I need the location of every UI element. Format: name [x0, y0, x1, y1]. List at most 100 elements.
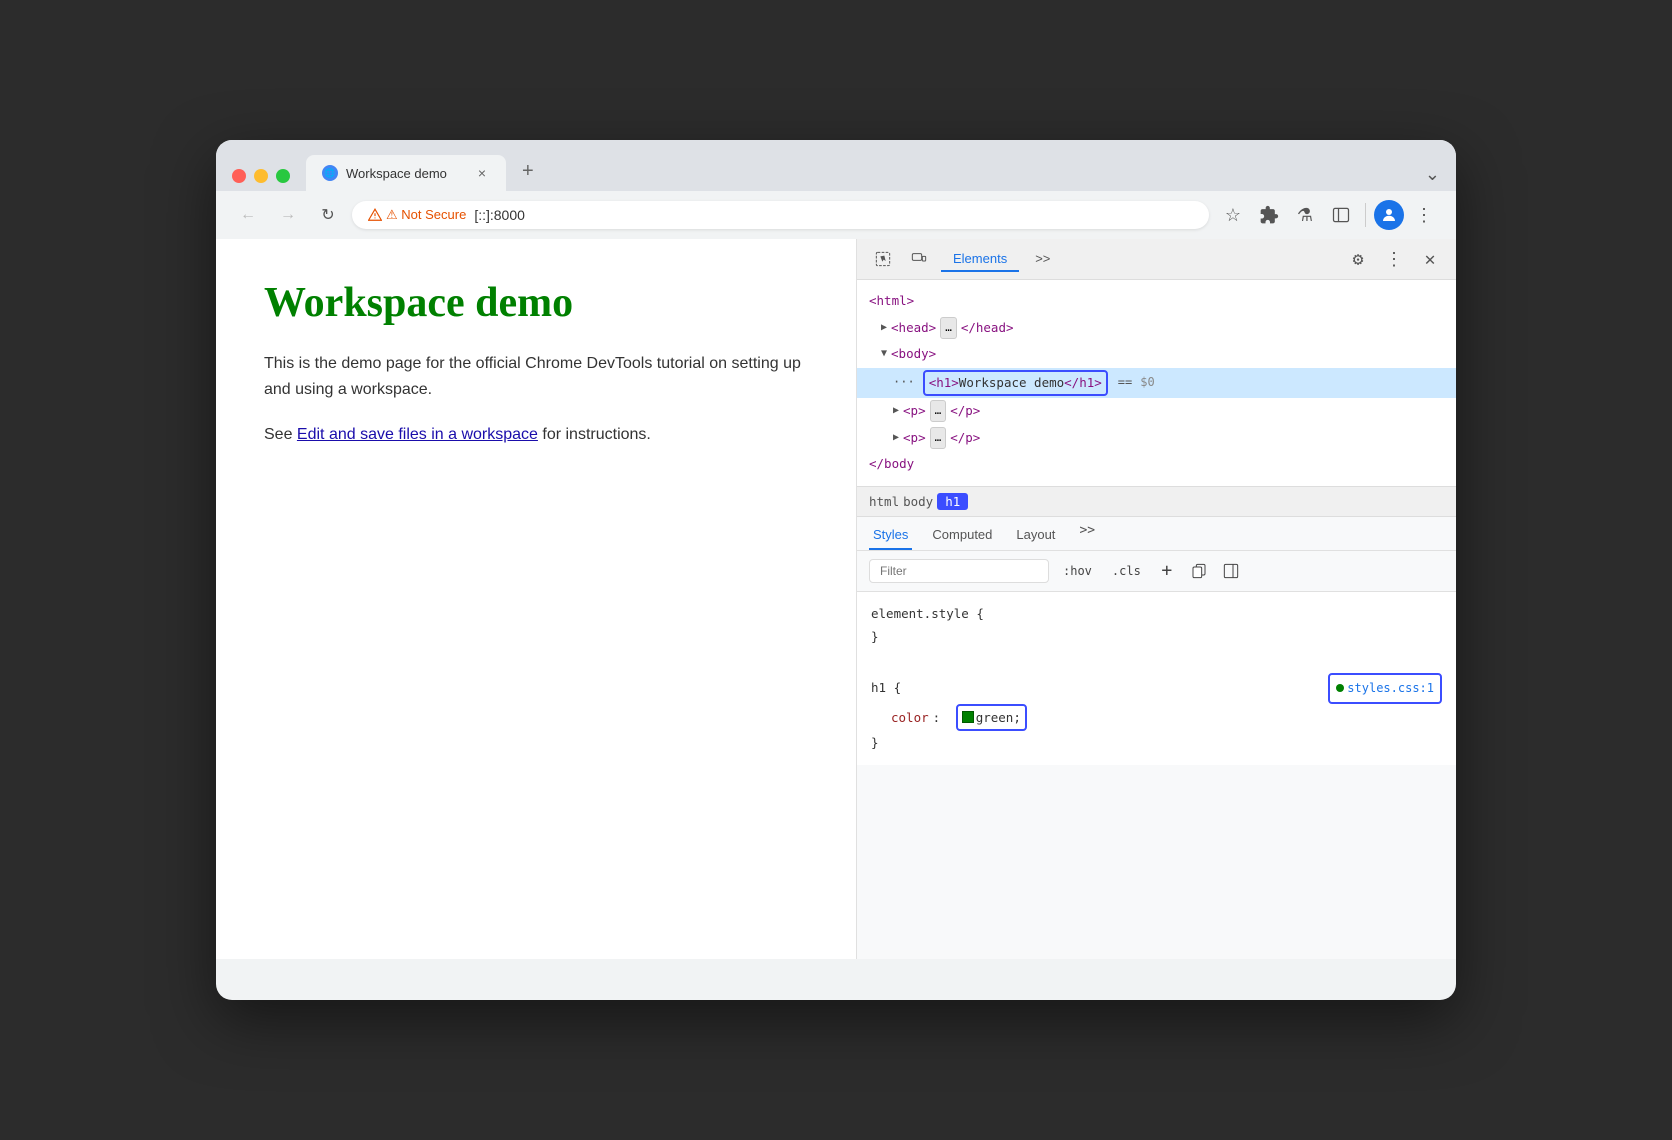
nav-divider — [1365, 203, 1366, 227]
h1-content: Workspace demo — [959, 372, 1064, 395]
maximize-button[interactable] — [276, 169, 290, 183]
bookmark-button[interactable]: ☆ — [1217, 199, 1249, 231]
page-body: This is the demo page for the official C… — [264, 351, 808, 402]
warning-icon — [368, 208, 382, 222]
element-style-closing-brace: } — [871, 629, 879, 644]
p2-tag: <p> — [903, 427, 926, 450]
profile-button[interactable] — [1374, 200, 1404, 230]
link-pre-text: See — [264, 426, 297, 443]
h1-open-tag: <h1> — [929, 372, 959, 395]
cls-button[interactable]: .cls — [1106, 561, 1147, 581]
devtools-panel: Elements >> ⚙ ⋮ ✕ <html> ▶ <head> — [856, 239, 1456, 959]
p1-tag: <p> — [903, 400, 926, 423]
new-tab-button[interactable]: + — [510, 152, 546, 191]
p2-arrow[interactable]: ▶ — [893, 429, 899, 447]
h1-closing-brace: } — [871, 735, 879, 750]
styles-more-tabs[interactable]: >> — [1079, 523, 1095, 550]
breadcrumb-bar: html body h1 — [857, 486, 1456, 517]
h1-closing: } — [871, 731, 1442, 755]
devtools-more-tabs[interactable]: >> — [1023, 247, 1062, 272]
dom-p1-line[interactable]: ▶ <p> … </p> — [857, 398, 1456, 425]
url-text: [::]:8000 — [474, 207, 525, 223]
tab-dropdown-button[interactable]: ⌄ — [1425, 164, 1440, 185]
p2-ellipsis[interactable]: … — [930, 427, 947, 449]
hov-button[interactable]: :hov — [1057, 561, 1098, 581]
tab-elements[interactable]: Elements — [941, 247, 1019, 272]
link-post-text: for instructions. — [538, 426, 651, 443]
color-colon: : — [933, 706, 941, 730]
nav-bar: ← → ↻ ⚠ Not Secure [::]:8000 ☆ ⚗ — [216, 191, 1456, 239]
filter-bar: :hov .cls + — [857, 551, 1456, 592]
add-style-button[interactable]: + — [1155, 559, 1179, 583]
reload-button[interactable]: ↻ — [312, 199, 344, 231]
devtools-menu-button[interactable]: ⋮ — [1380, 245, 1408, 273]
workspace-link[interactable]: Edit and save files in a workspace — [297, 426, 538, 443]
dom-tree: <html> ▶ <head> … </head> ▼ <body> ··· — [857, 280, 1456, 486]
devtools-tabs: Elements >> — [941, 247, 1336, 272]
toggle-sidebar-button[interactable] — [1219, 559, 1243, 583]
tab-close-button[interactable]: × — [474, 163, 490, 183]
dom-head-line[interactable]: ▶ <head> … </head> — [857, 315, 1456, 342]
sidebar-button[interactable] — [1325, 199, 1357, 231]
sidebar-toggle-icon — [1223, 563, 1239, 579]
tab-styles[interactable]: Styles — [869, 523, 912, 550]
devtools-settings-button[interactable]: ⚙ — [1344, 245, 1372, 273]
h1-highlight-box: <h1>Workspace demo</h1> — [923, 370, 1108, 397]
breadcrumb-html[interactable]: html — [869, 494, 899, 509]
css-rules: element.style { } h1 { sty — [857, 592, 1456, 766]
breadcrumb-h1[interactable]: h1 — [937, 493, 968, 510]
head-arrow[interactable]: ▶ — [881, 319, 887, 337]
breadcrumb-body[interactable]: body — [903, 494, 933, 509]
browser-menu-button[interactable]: ⋮ — [1408, 199, 1440, 231]
filter-input[interactable] — [869, 559, 1049, 583]
dom-body-line[interactable]: ▼ <body> — [857, 341, 1456, 368]
tabs-row: 🌐 Workspace demo × + ⌄ — [306, 152, 1440, 191]
color-prop: color — [891, 706, 929, 730]
p1-arrow[interactable]: ▶ — [893, 402, 899, 420]
element-style-closing: } — [871, 625, 1442, 649]
profile-icon — [1380, 206, 1398, 224]
head-tag: <head> — [891, 317, 936, 340]
browser-window: 🌐 Workspace demo × + ⌄ ← → ↻ ⚠ Not Secur… — [216, 140, 1456, 1000]
source-link[interactable]: styles.css:1 — [1328, 673, 1442, 704]
tab-layout[interactable]: Layout — [1012, 523, 1059, 550]
address-bar[interactable]: ⚠ Not Secure [::]:8000 — [352, 201, 1209, 229]
element-style-selector: element.style { — [871, 602, 1442, 626]
minimize-button[interactable] — [254, 169, 268, 183]
back-button[interactable]: ← — [232, 199, 264, 231]
head-close-tag: </head> — [961, 317, 1014, 340]
body-arrow[interactable]: ▼ — [881, 345, 887, 363]
tab-end: ⌄ — [546, 164, 1440, 191]
tab-computed[interactable]: Computed — [928, 523, 996, 550]
color-value: green; — [976, 706, 1021, 730]
p1-ellipsis[interactable]: … — [930, 400, 947, 422]
security-warning: ⚠ Not Secure — [368, 207, 466, 223]
equal-sign: == — [1118, 372, 1132, 394]
dom-p2-line[interactable]: ▶ <p> … </p> — [857, 425, 1456, 452]
lab-button[interactable]: ⚗ — [1289, 199, 1321, 231]
cut-off-indicator: </body — [857, 451, 1456, 478]
active-tab[interactable]: 🌐 Workspace demo × — [306, 155, 506, 191]
source-link-text: styles.css:1 — [1347, 677, 1434, 700]
tab-favicon: 🌐 — [322, 165, 338, 181]
element-style-rule: element.style { } — [871, 602, 1442, 650]
head-ellipsis[interactable]: … — [940, 317, 957, 339]
element-style-selector-text: element.style { — [871, 606, 984, 621]
dom-html-line[interactable]: <html> — [857, 288, 1456, 315]
p2-close-tag: </p> — [950, 427, 980, 450]
devtools-close-button[interactable]: ✕ — [1416, 245, 1444, 273]
color-property-line: color : green; — [871, 704, 1442, 732]
inspect-element-button[interactable] — [869, 245, 897, 273]
p1-close-tag: </p> — [950, 400, 980, 423]
close-button[interactable] — [232, 169, 246, 183]
device-toolbar-button[interactable] — [905, 245, 933, 273]
body-tag: <body> — [891, 343, 936, 366]
dom-h1-line[interactable]: ··· <h1>Workspace demo</h1> == $0 — [857, 368, 1456, 399]
dom-tree-container: <html> ▶ <head> … </head> ▼ <body> ··· — [857, 280, 1456, 486]
html-tag: <html> — [869, 290, 914, 313]
color-swatch[interactable] — [962, 711, 974, 723]
nav-actions: ☆ ⚗ ⋮ — [1217, 199, 1440, 231]
extension-button[interactable] — [1253, 199, 1285, 231]
forward-button[interactable]: → — [272, 199, 304, 231]
copy-style-button[interactable] — [1187, 559, 1211, 583]
